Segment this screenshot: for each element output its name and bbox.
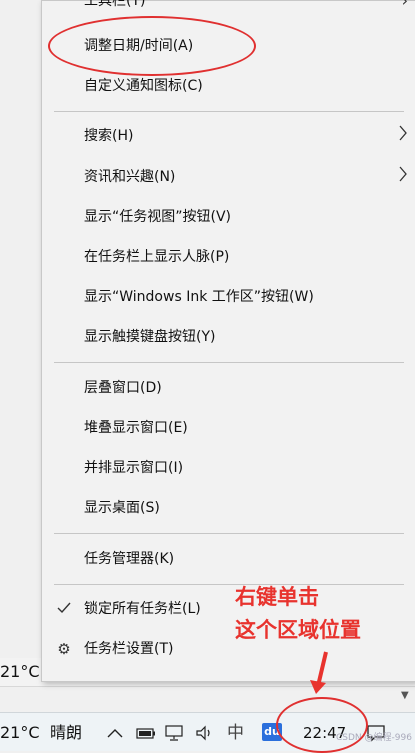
- menu-item-label: 并排显示窗口(I): [84, 460, 184, 476]
- taskbar-temperature[interactable]: 21°C: [0, 723, 40, 743]
- menu-item-show-windows-ink[interactable]: 显示“Windows Ink 工作区”按钮(W): [42, 277, 415, 317]
- annotation-line1: 右键单击: [235, 585, 319, 609]
- menu-item-stack-windows[interactable]: 堆叠显示窗口(E): [42, 408, 415, 448]
- menu-item-label: 显示“任务视图”按钮(V): [84, 209, 232, 225]
- volume-icon[interactable]: [195, 724, 215, 742]
- menu-item-show-touch-keyboard[interactable]: 显示触摸键盘按钮(Y): [42, 317, 415, 357]
- menu-item-label: 任务管理器(K): [84, 551, 175, 567]
- menu-item-show-people[interactable]: 在任务栏上显示人脉(P): [42, 237, 415, 277]
- menu-item-toolbars[interactable]: 工具栏(T) ›: [42, 0, 415, 21]
- menu-item-adjust-datetime[interactable]: 调整日期/时间(A): [42, 26, 415, 66]
- menu-item-label: 自定义通知图标(C): [84, 78, 203, 94]
- menu-item-label: 显示触摸键盘按钮(Y): [84, 329, 216, 345]
- menu-item-show-task-view[interactable]: 显示“任务视图”按钮(V): [42, 197, 415, 237]
- menu-item-side-by-side[interactable]: 并排显示窗口(I): [42, 448, 415, 488]
- menu-item-label: 资讯和兴趣(N): [84, 169, 176, 185]
- menu-separator: [54, 584, 404, 585]
- gear-icon: ⚙: [57, 640, 71, 658]
- menu-item-label: 在任务栏上显示人脉(P): [84, 249, 230, 265]
- checkmark-icon: [54, 589, 74, 629]
- menu-item-task-manager[interactable]: 任务管理器(K): [42, 539, 415, 579]
- menu-item-customize-notification-icons[interactable]: 自定义通知图标(C): [42, 66, 415, 106]
- taskbar-weather[interactable]: 晴朗: [50, 723, 82, 743]
- menu-item-label: 锁定所有任务栏(L): [84, 601, 201, 617]
- chevron-right-icon: ›: [401, 0, 408, 10]
- taskbar-context-menu: 工具栏(T) › 调整日期/时间(A) 自定义通知图标(C) 搜索(H) 资讯和…: [41, 0, 415, 682]
- chevron-up-icon[interactable]: [107, 724, 123, 742]
- watermark: CSDN @编程-996: [336, 733, 412, 743]
- background-temperature: 21°C: [0, 662, 40, 681]
- network-icon[interactable]: [164, 724, 184, 742]
- menu-item-search[interactable]: 搜索(H): [42, 116, 415, 156]
- menu-item-label: 层叠窗口(D): [84, 380, 162, 396]
- menu-item-show-desktop[interactable]: 显示桌面(S): [42, 488, 415, 528]
- du-app-icon[interactable]: du: [262, 723, 282, 741]
- annotation-line2: 这个区域位置: [235, 618, 361, 642]
- menu-item-label: 搜索(H): [84, 128, 134, 144]
- chevron-right-icon: [398, 116, 408, 156]
- menu-item-label: 任务栏设置(T): [84, 641, 174, 657]
- menu-item-label: 显示“Windows Ink 工作区”按钮(W): [84, 289, 314, 305]
- menu-separator: [54, 111, 404, 112]
- menu-item-label: 堆叠显示窗口(E): [84, 420, 188, 436]
- menu-separator: [54, 533, 404, 534]
- menu-item-cascade-windows[interactable]: 层叠窗口(D): [42, 368, 415, 408]
- scroll-arrow-icon[interactable]: ▼: [401, 690, 409, 701]
- menu-separator: [54, 362, 404, 363]
- chevron-right-icon: [398, 157, 408, 197]
- ime-indicator[interactable]: 中: [227, 723, 244, 743]
- menu-item-label: 调整日期/时间(A): [84, 38, 194, 54]
- menu-item-news-interests[interactable]: 资讯和兴趣(N): [42, 157, 415, 197]
- menu-item-label: 显示桌面(S): [84, 500, 160, 516]
- annotation-arrow-icon: [310, 651, 328, 694]
- battery-icon[interactable]: [136, 724, 156, 742]
